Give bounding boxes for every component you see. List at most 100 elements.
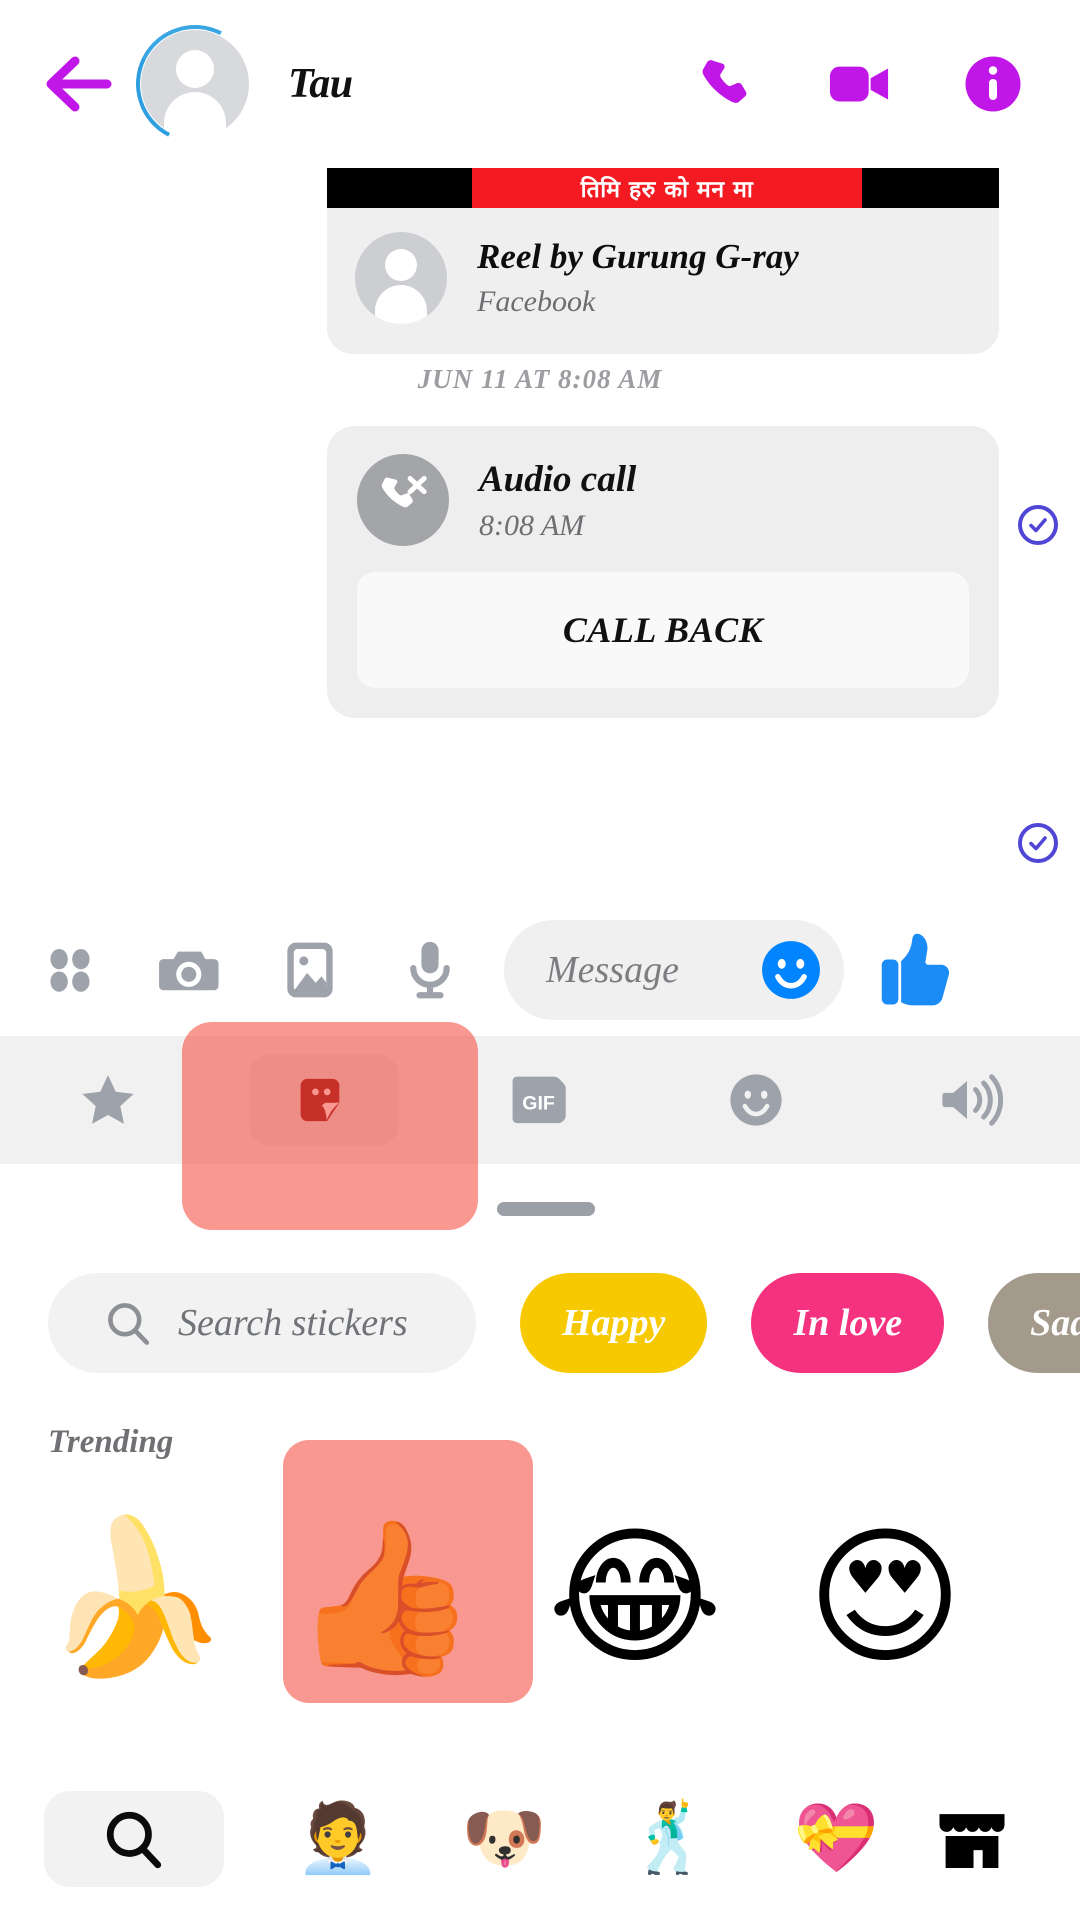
speaker-icon [942, 1074, 1004, 1126]
emoji-picker-button[interactable] [760, 939, 822, 1001]
message-thread: तिमि हरु को मन मा Reel by Gurung G-ray F… [0, 168, 1080, 903]
call-back-label: CALL BACK [562, 610, 764, 650]
pack-action-hero[interactable]: 🕺 [610, 1784, 730, 1894]
sticker-search-input[interactable]: Search stickers [48, 1273, 476, 1373]
category-pill-sad[interactable]: Sad [988, 1273, 1080, 1373]
call-title: Audio call [479, 458, 637, 500]
category-pill-in-love[interactable]: In love [751, 1273, 945, 1373]
call-message-bubble: Audio call 8:08 AM CALL BACK [327, 426, 999, 718]
video-call-button[interactable] [828, 53, 890, 115]
call-time: 8:08 AM [479, 508, 585, 542]
store-icon [939, 1814, 1005, 1868]
sticker-pack-tray: 🧑‍💼 🐶 🕺 💝 [0, 1758, 1080, 1920]
audio-call-button[interactable] [694, 53, 756, 115]
reel-body: Reel by Gurung G-ray Facebook [327, 208, 999, 354]
arrow-left-icon [46, 56, 112, 112]
call-back-button[interactable]: CALL BACK [357, 572, 969, 688]
call-row: Audio call 8:08 AM [357, 454, 969, 546]
tab-favorites[interactable] [0, 1036, 216, 1164]
trending-sticker-grid: 🍌 👍 😂 😍 [0, 1448, 1080, 1748]
tab-sounds[interactable] [864, 1036, 1080, 1164]
category-pill-happy[interactable]: Happy [520, 1273, 708, 1373]
search-icon [108, 1303, 150, 1345]
reel-message-bubble[interactable]: तिमि हरु को मन मा Reel by Gurung G-ray F… [327, 168, 999, 354]
avatar-head [176, 50, 214, 88]
reel-thumbnail-caption: तिमि हरु को मन मा [580, 177, 754, 203]
sticker-glyph: 👍 [291, 1511, 479, 1685]
sticker-glyph: 😂 [547, 1511, 723, 1685]
image-icon [287, 942, 333, 997]
call-meta: Audio call 8:08 AM [479, 458, 636, 543]
tab-gifs[interactable]: GIF [432, 1036, 648, 1164]
phone-icon [702, 60, 747, 103]
search-input[interactable]: Message [504, 919, 844, 1020]
drag-handle[interactable] [497, 1202, 595, 1216]
reel-title: Reel by Gurung G-ray [477, 237, 799, 276]
sticker-banana-eyes[interactable]: 🍌 [10, 1458, 260, 1738]
camera-icon [159, 951, 219, 990]
smiley-face-icon [762, 940, 820, 999]
conversation-info-button[interactable] [962, 53, 1024, 115]
check-circle-icon [1029, 518, 1047, 533]
reel-source: Facebook [477, 285, 596, 318]
gif-icon: GIF [512, 1076, 566, 1124]
pack-glyph: 🧑‍💼 [295, 1799, 381, 1878]
status-badge [1018, 823, 1058, 863]
message-composer: Message [0, 903, 1080, 1036]
pack-avatar[interactable]: 🧑‍💼 [278, 1784, 398, 1894]
pack-glyph: 🕺 [627, 1799, 713, 1878]
sticker-heart-eyes[interactable]: 😍 [760, 1458, 1010, 1738]
gallery-button[interactable] [262, 922, 358, 1018]
category-label: Happy [562, 1302, 666, 1344]
info-circle-icon [965, 56, 1021, 112]
reel-thumbnail: तिमि हरु को मन मा [327, 168, 999, 208]
send-like-button[interactable] [872, 927, 958, 1013]
day-divider: JUN 11 AT 8:08 AM [417, 364, 663, 394]
pack-love-heart[interactable]: 💝 [776, 1784, 896, 1894]
video-camera-icon [829, 66, 889, 102]
avatar-placeholder-icon [141, 30, 249, 138]
chat-header: Tau [0, 0, 1080, 168]
sticker-joy-face[interactable]: 😂 [510, 1458, 760, 1738]
pack-dog[interactable]: 🐶 [444, 1784, 564, 1894]
avatar[interactable] [120, 9, 270, 159]
sticker-thumbs-up[interactable]: 👍 [260, 1458, 510, 1738]
sticker-search-row: Search stickers Happy In love Sad [0, 1268, 1080, 1378]
status-badge [1018, 505, 1058, 545]
smiley-outline-icon [730, 1074, 782, 1126]
sticker-tray-tabbar: GIF [0, 1036, 1080, 1164]
reel-author-avatar-icon [355, 232, 447, 324]
sticker-icon [300, 1078, 340, 1122]
reel-avatar-head [385, 249, 417, 281]
page-title: Tau [288, 61, 353, 107]
camera-button[interactable] [142, 922, 238, 1018]
pack-search-button[interactable] [44, 1791, 224, 1887]
check-circle-icon [1029, 836, 1047, 851]
pack-glyph: 💝 [793, 1799, 879, 1878]
voice-record-button[interactable] [382, 922, 478, 1018]
sticker-glyph: 🍌 [41, 1511, 229, 1685]
category-label: Sad [1030, 1302, 1080, 1344]
search-icon [106, 1811, 162, 1869]
sticker-search-placeholder: Search stickers [178, 1302, 408, 1344]
message-input-placeholder: Message [546, 948, 679, 991]
missed-call-icon [357, 454, 449, 546]
reel-meta: Reel by Gurung G-ray Facebook [477, 237, 799, 319]
reel-caption-band: तिमि हरु को मन मा [472, 168, 862, 208]
thumbs-up-icon [881, 933, 950, 1005]
reel-avatar-body [375, 285, 427, 324]
back-button[interactable] [30, 36, 126, 132]
tab-emoji[interactable] [648, 1036, 864, 1164]
messenger-chat-screen: Tau तिमि हरु को मन मा Reel by Gurung G-r… [0, 0, 1080, 1920]
svg-text:GIF: GIF [522, 1093, 555, 1115]
pack-store-button[interactable] [912, 1784, 1032, 1894]
microphone-icon [410, 941, 450, 998]
pack-glyph: 🐶 [461, 1799, 547, 1878]
sticker-glyph: 😍 [806, 1511, 964, 1685]
star-icon [82, 1075, 134, 1124]
category-label: In love [793, 1302, 903, 1344]
phone-slash-icon [381, 475, 427, 508]
tab-stickers[interactable] [216, 1036, 432, 1164]
avatar-body [164, 92, 226, 138]
more-apps-button[interactable] [22, 922, 118, 1018]
